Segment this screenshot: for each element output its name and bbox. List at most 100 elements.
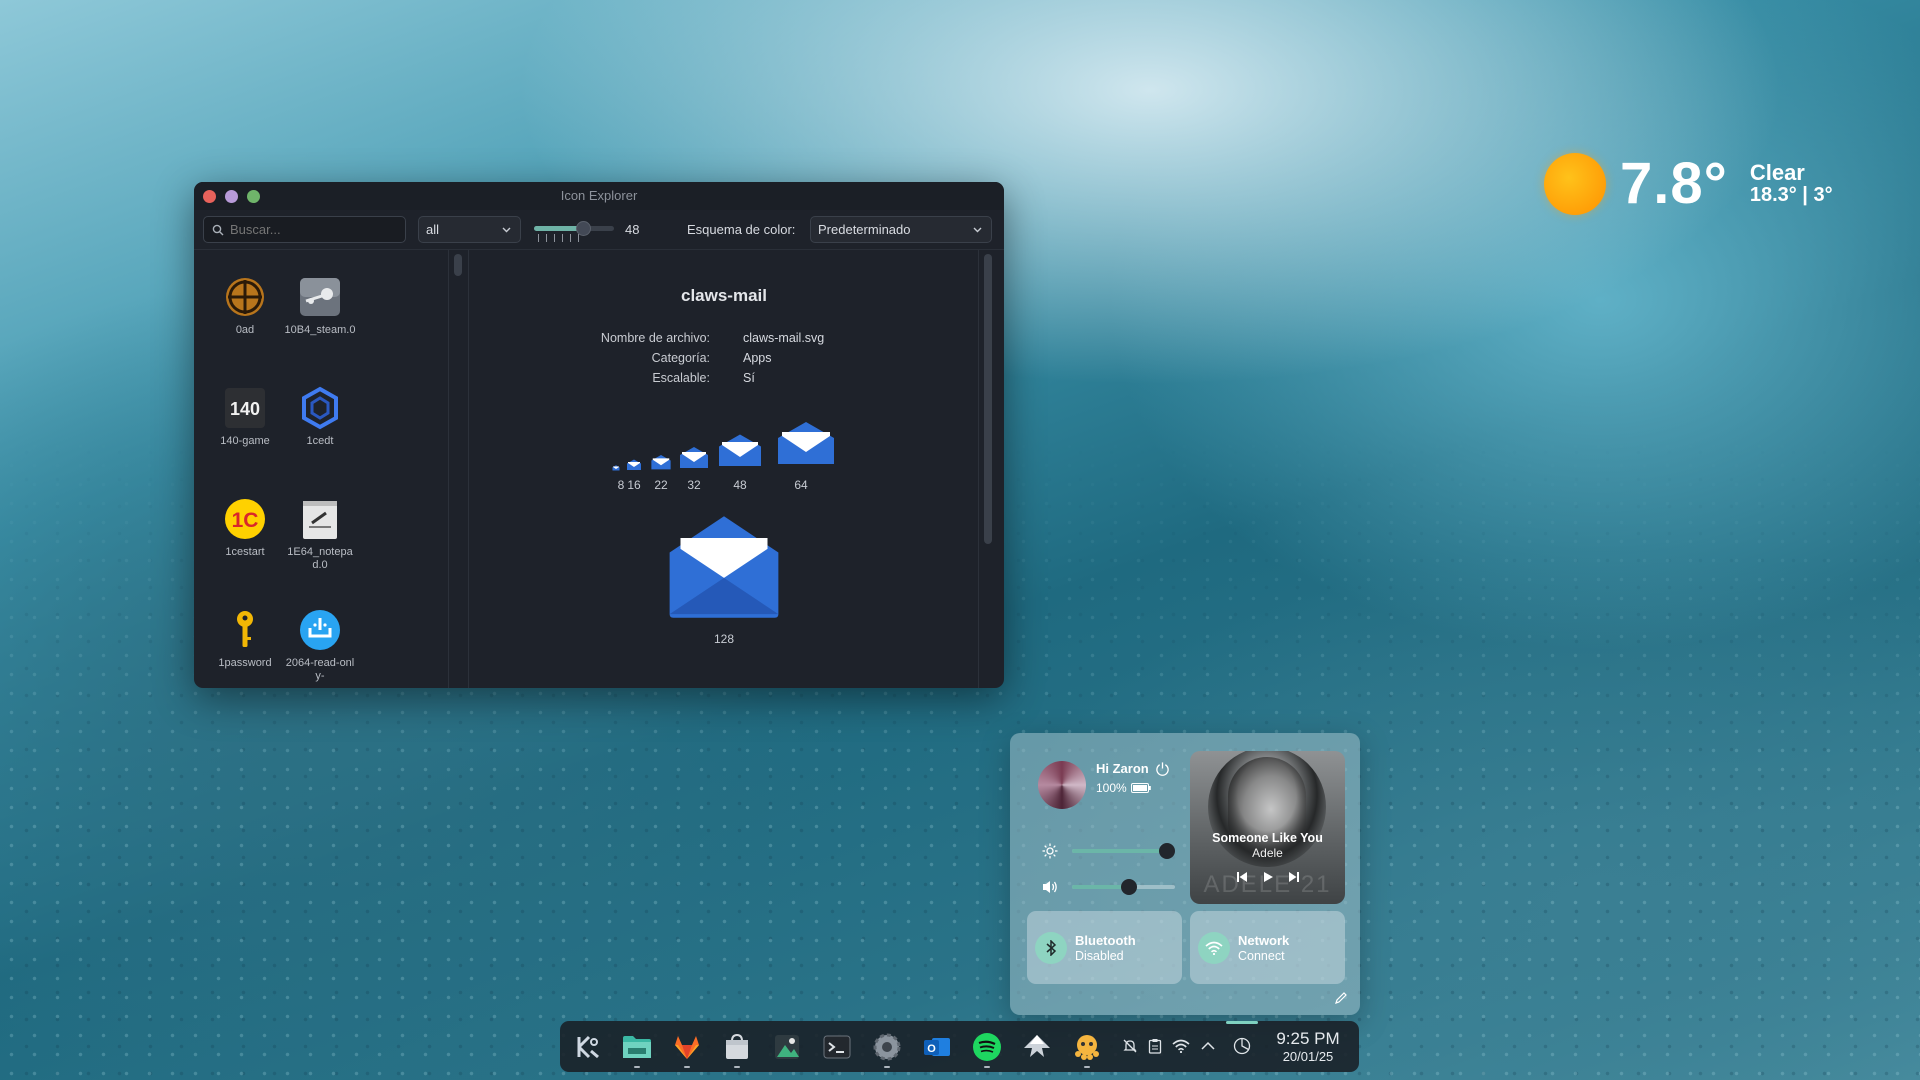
taskbar: O 9:25 PM 20/01/25 bbox=[560, 1021, 1359, 1072]
clock[interactable]: 9:25 PM 20/01/25 bbox=[1266, 1029, 1350, 1064]
bluetooth-tile[interactable]: Bluetooth Disabled bbox=[1027, 911, 1182, 984]
inkscape-icon bbox=[1024, 1035, 1050, 1057]
size-label: 32 bbox=[687, 478, 701, 492]
volume-slider[interactable] bbox=[1040, 877, 1175, 895]
sun-icon bbox=[1544, 152, 1606, 215]
clock-time: 9:25 PM bbox=[1276, 1029, 1340, 1048]
avatar[interactable] bbox=[1038, 761, 1086, 809]
list-item[interactable]: 1password bbox=[209, 607, 281, 670]
tray-clipboard[interactable] bbox=[1145, 1036, 1165, 1056]
list-item[interactable]: 1E64_notepad.0 bbox=[284, 496, 356, 572]
control-center: Hi Zaron 100% ADELE 21 Someone Like You … bbox=[1010, 733, 1360, 1015]
song-artist: Adele bbox=[1252, 846, 1283, 860]
power-icon[interactable] bbox=[1155, 761, 1170, 776]
edit-icon[interactable] bbox=[1334, 991, 1348, 1005]
dock-app[interactable] bbox=[770, 1030, 804, 1064]
tray-network[interactable] bbox=[1171, 1036, 1191, 1056]
list-item[interactable]: 1C 1cestart bbox=[209, 496, 281, 559]
greeting: Hi Zaron bbox=[1096, 761, 1149, 776]
dock-app[interactable] bbox=[720, 1030, 754, 1064]
item-label: 1cedt bbox=[306, 435, 334, 447]
play-icon[interactable] bbox=[1262, 871, 1274, 883]
divider bbox=[468, 250, 469, 688]
item-label: 1E64_notepad.0 bbox=[287, 546, 353, 571]
color-scheme-select[interactable]: Predeterminado bbox=[810, 216, 992, 243]
list-scrollbar[interactable] bbox=[454, 254, 462, 276]
control-center-icon bbox=[1233, 1037, 1251, 1055]
icon-list: 0ad 10B4_steam.0 140 140-game 1cedt 1C 1… bbox=[194, 250, 450, 688]
divider bbox=[978, 250, 979, 688]
list-item[interactable]: 10B4_steam.0 bbox=[284, 274, 356, 337]
weather-condition: Clear bbox=[1749, 160, 1805, 185]
dock-app[interactable] bbox=[870, 1030, 904, 1064]
next-icon[interactable] bbox=[1288, 871, 1300, 883]
gitlab-icon bbox=[675, 1036, 699, 1059]
list-item[interactable]: 2064-read-only- bbox=[284, 607, 356, 683]
wifi-icon bbox=[1172, 1039, 1190, 1053]
running-indicator bbox=[1084, 1066, 1090, 1068]
size-label: 64 bbox=[794, 478, 808, 492]
list-item[interactable]: 140 140-game bbox=[209, 385, 281, 448]
size-slider[interactable] bbox=[534, 218, 614, 242]
kde-icon bbox=[577, 1035, 599, 1059]
battery-level: 100% bbox=[1096, 781, 1127, 795]
mail-envelope-icon bbox=[651, 454, 671, 470]
svg-text:O: O bbox=[927, 1043, 936, 1055]
tray-expand[interactable] bbox=[1198, 1036, 1218, 1056]
list-item[interactable]: 1cedt bbox=[284, 385, 356, 448]
volume-icon bbox=[1043, 881, 1057, 893]
mail-envelope-icon bbox=[680, 447, 708, 468]
140-game-icon: 140 bbox=[225, 388, 265, 428]
meta-value-scalable: Sí bbox=[743, 371, 755, 385]
brightness-slider[interactable] bbox=[1040, 841, 1175, 859]
song-title: Someone Like You bbox=[1212, 831, 1323, 845]
slider-handle[interactable] bbox=[576, 221, 591, 236]
network-title: Network bbox=[1238, 932, 1290, 948]
volume-handle[interactable] bbox=[1120, 879, 1137, 895]
item-label: 2064-read-only- bbox=[285, 657, 355, 682]
clipboard-icon bbox=[1148, 1039, 1162, 1054]
dock-app[interactable] bbox=[1070, 1030, 1104, 1064]
mail-envelope-icon bbox=[612, 465, 620, 471]
size-label-large: 128 bbox=[713, 632, 735, 646]
dock-app[interactable] bbox=[1020, 1030, 1054, 1064]
dock-app[interactable] bbox=[670, 1030, 704, 1064]
dock-app[interactable] bbox=[571, 1030, 605, 1064]
dock-app[interactable] bbox=[620, 1030, 654, 1064]
filter-value: all bbox=[426, 222, 440, 237]
color-scheme-label: Esquema de color: bbox=[687, 222, 796, 237]
dock-app[interactable] bbox=[820, 1030, 854, 1064]
item-label: 1password bbox=[218, 657, 272, 669]
titlebar[interactable]: Icon Explorer bbox=[194, 182, 1004, 210]
brightness-handle[interactable] bbox=[1158, 843, 1175, 859]
mail-envelope-large-icon bbox=[669, 516, 779, 618]
bell-off-icon bbox=[1123, 1039, 1137, 1053]
search-field[interactable] bbox=[203, 216, 406, 243]
bluetooth-title: Bluetooth bbox=[1075, 932, 1136, 948]
meta-key-scalable: Escalable: bbox=[652, 371, 710, 385]
steam-icon bbox=[300, 278, 340, 316]
tray-control-center[interactable] bbox=[1232, 1036, 1252, 1056]
filter-select[interactable]: all bbox=[418, 216, 521, 243]
svg-text:140: 140 bbox=[230, 399, 260, 419]
files-icon bbox=[623, 1036, 651, 1058]
search-input[interactable] bbox=[230, 222, 390, 237]
dock-app[interactable]: O bbox=[920, 1030, 954, 1064]
running-indicator bbox=[984, 1066, 990, 1068]
color-scheme-value: Predeterminado bbox=[818, 222, 911, 237]
item-label: 140-game bbox=[220, 435, 270, 447]
network-tile[interactable]: Network Connect bbox=[1190, 911, 1345, 984]
list-item[interactable]: 0ad bbox=[209, 274, 281, 337]
clock-date: 20/01/25 bbox=[1282, 1049, 1334, 1064]
bluetooth-icon bbox=[1046, 939, 1057, 956]
tray-notifications[interactable] bbox=[1120, 1036, 1140, 1056]
chevron-down-icon bbox=[502, 227, 511, 233]
previous-icon[interactable] bbox=[1236, 871, 1248, 883]
dock-app[interactable] bbox=[970, 1030, 1004, 1064]
octopi-icon bbox=[1075, 1035, 1099, 1060]
0ad-icon bbox=[226, 278, 264, 316]
meta-key-filename: Nombre de archivo: bbox=[600, 331, 710, 345]
weather-widget: 7.8° Clear 18.3° | 3° bbox=[1544, 150, 1833, 217]
meta-value-filename: claws-mail.svg bbox=[743, 331, 825, 345]
detail-scrollbar[interactable] bbox=[984, 254, 992, 544]
